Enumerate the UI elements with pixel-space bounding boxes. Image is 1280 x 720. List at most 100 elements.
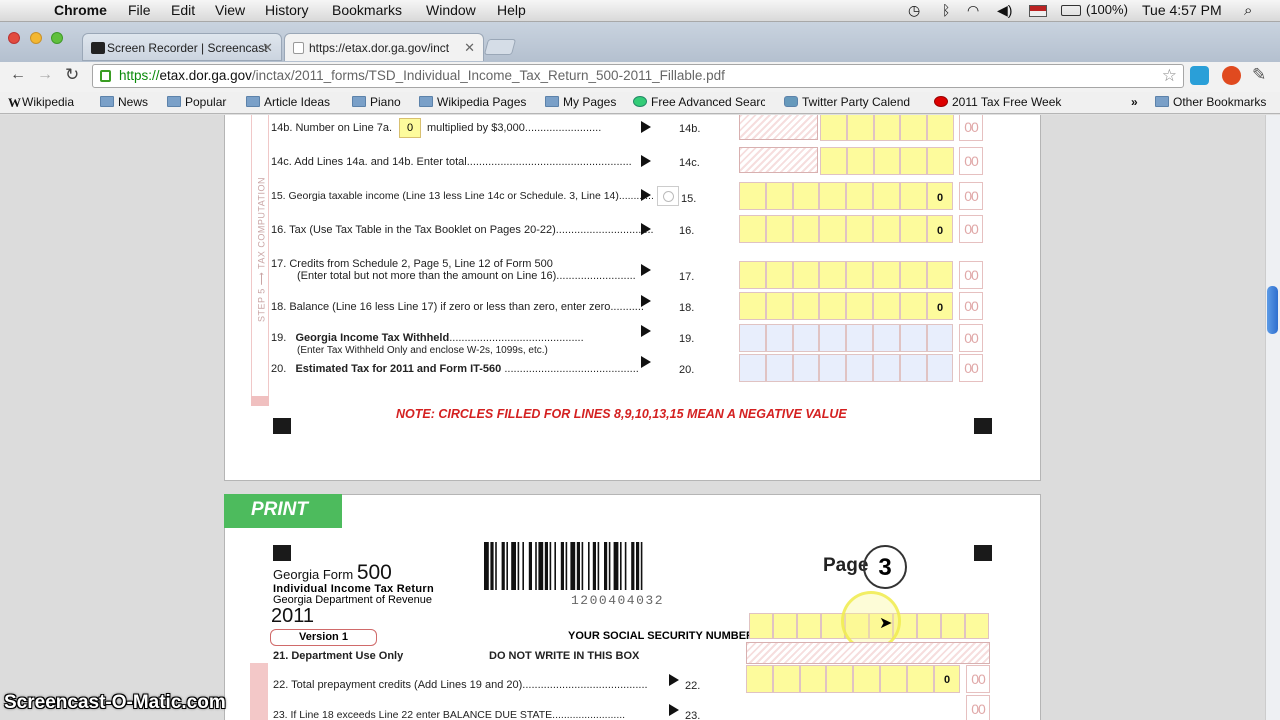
folder-icon	[167, 96, 181, 107]
line-7a-number-input[interactable]: 0	[399, 118, 421, 138]
line-20-input[interactable]	[739, 354, 954, 382]
back-icon[interactable]: ←	[10, 66, 26, 84]
wrench-icon[interactable]: ✎	[1252, 65, 1266, 85]
menu-file[interactable]: File	[128, 2, 151, 18]
line-18-cents[interactable]: 00	[959, 292, 983, 320]
line-arrow-icon	[641, 356, 651, 368]
line-22-cents[interactable]: 00	[966, 665, 990, 693]
forward-icon[interactable]: →	[37, 66, 53, 84]
bookmark-folder-news[interactable]: News	[100, 95, 148, 109]
pdf-viewport[interactable]: STEP 5 ⟶ TAX COMPUTATION 14b. Number on …	[0, 115, 1265, 720]
line-20-cents[interactable]: 00	[959, 354, 983, 382]
bookmark-folder-article-ideas[interactable]: Article Ideas	[246, 95, 330, 109]
line-23-cents[interactable]: 00	[966, 695, 990, 720]
negative-circle-checkbox[interactable]	[657, 186, 679, 206]
other-bookmarks[interactable]: Other Bookmarks	[1155, 95, 1266, 109]
menu-app-chrome[interactable]: Chrome	[54, 2, 107, 18]
line-14c-input[interactable]	[820, 147, 954, 175]
tab-title: https://etax.dor.ga.gov/inct	[309, 41, 450, 55]
menu-help[interactable]: Help	[497, 2, 526, 18]
volume-icon[interactable]: ◀)	[997, 2, 1012, 19]
menu-edit[interactable]: Edit	[171, 2, 195, 18]
line-14c-cents[interactable]: 00	[959, 147, 983, 175]
tab-screen-recorder[interactable]: Screen Recorder | Screencast ✕	[82, 33, 282, 61]
menu-view[interactable]: View	[215, 2, 245, 18]
bookmark-twitter-party[interactable]: Twitter Party Calend	[784, 95, 916, 109]
new-tab-button[interactable]	[483, 39, 517, 55]
us-flag-icon[interactable]	[1029, 5, 1047, 17]
page-label: Page	[823, 555, 869, 576]
folder-icon	[352, 96, 366, 107]
line-16-label: 16. Tax (Use Tax Table in the Tax Bookle…	[271, 224, 654, 236]
address-bar[interactable]: https://etax.dor.ga.gov/inctax/2011_form…	[92, 64, 1184, 88]
line-23-label: 23. If Line 18 exceeds Line 22 enter BAL…	[273, 709, 626, 720]
clock[interactable]: Tue 4:57 PM	[1142, 2, 1222, 18]
bluetooth-icon[interactable]: ᛒ	[942, 2, 950, 18]
form-title: Georgia Form 500	[273, 561, 392, 584]
line-arrow-icon	[669, 674, 679, 686]
line-17-cents[interactable]: 00	[959, 261, 983, 289]
zoom-window-button[interactable]	[51, 32, 63, 44]
pdf-page-3: PRINT Georgia Form 500 Individual Income…	[224, 494, 1041, 720]
bookmark-tax-free-week[interactable]: 2011 Tax Free Week	[934, 95, 1068, 109]
line-arrow-icon	[641, 189, 651, 201]
line-18-input[interactable]	[739, 292, 954, 320]
bookmark-folder-my-pages[interactable]: My Pages	[545, 95, 616, 109]
bookmark-folder-piano[interactable]: Piano	[352, 95, 401, 109]
reload-icon[interactable]: ↻	[65, 65, 79, 85]
menu-window[interactable]: Window	[426, 2, 476, 18]
close-tab-icon[interactable]: ✕	[464, 40, 475, 56]
bookmark-wikipedia[interactable]: W Wikipedia	[8, 95, 74, 110]
line-arrow-icon	[641, 155, 651, 167]
line-15-label: 15. Georgia taxable income (Line 13 less…	[271, 190, 654, 202]
registration-mark	[974, 418, 992, 434]
time-machine-icon[interactable]: ◷	[908, 2, 920, 19]
bookmark-label: Article Ideas	[264, 95, 331, 109]
stumbleupon-icon[interactable]	[1222, 66, 1241, 85]
battery-percent: (100%)	[1086, 2, 1128, 17]
bookmark-folder-wikipedia-pages[interactable]: Wikipedia Pages	[419, 95, 526, 109]
ssn-label: YOUR SOCIAL SECURITY NUMBER	[568, 630, 755, 642]
menu-bookmarks[interactable]: Bookmarks	[332, 2, 402, 18]
line-14b-input[interactable]	[820, 115, 954, 141]
menu-history[interactable]: History	[265, 2, 309, 18]
line-arrow-icon	[641, 325, 651, 337]
line-16-value: 0	[937, 225, 944, 237]
line-16-number: 16.	[679, 225, 695, 237]
line-19-input[interactable]	[739, 324, 954, 352]
spotlight-icon[interactable]: ⌕	[1244, 2, 1252, 19]
line-22-input[interactable]	[746, 665, 961, 693]
bookmark-label: Twitter Party Calend	[802, 95, 911, 109]
page-favicon	[293, 42, 304, 54]
url-host: etax.dor.ga.gov	[159, 68, 252, 83]
folder-icon	[419, 96, 433, 107]
more-bookmarks-chevron-icon[interactable]: »	[1131, 95, 1138, 109]
bookmark-label: Popular	[185, 95, 227, 109]
bookmark-folder-popular[interactable]: Popular	[167, 95, 226, 109]
line-19-sublabel: (Enter Tax Withheld Only and enclose W-2…	[297, 345, 548, 356]
do-not-write-label: DO NOT WRITE IN THIS BOX	[489, 650, 640, 662]
line-19-cents[interactable]: 00	[959, 324, 983, 352]
star-bookmark-icon[interactable]: ☆	[1162, 66, 1177, 86]
bookmark-free-advanced-search[interactable]: Free Advanced Searc	[633, 95, 765, 109]
tab-etax[interactable]: https://etax.dor.ga.gov/inct ✕	[284, 33, 484, 61]
line-15-input[interactable]	[739, 182, 954, 210]
line-15-cents[interactable]: 00	[959, 182, 983, 210]
print-button[interactable]: PRINT	[224, 494, 342, 528]
close-window-button[interactable]	[8, 32, 20, 44]
bookmark-label: Free Advanced Searc	[651, 95, 765, 109]
battery-icon[interactable]	[1061, 5, 1081, 16]
line-17-number: 17.	[679, 271, 695, 283]
close-tab-icon[interactable]: ✕	[262, 40, 273, 56]
line-17-input[interactable]	[739, 261, 954, 289]
extension-icon[interactable]	[1190, 66, 1209, 85]
line-16-input[interactable]	[739, 215, 954, 243]
line-16-cents[interactable]: 00	[959, 215, 983, 243]
scrollbar-thumb[interactable]	[1267, 286, 1278, 334]
line-14b-cents[interactable]: 00	[959, 115, 983, 141]
line-14b-number: 14b.	[679, 123, 701, 135]
wifi-icon[interactable]: ◠	[967, 2, 979, 19]
mac-menubar: Chrome File Edit View History Bookmarks …	[0, 0, 1280, 22]
vertical-scrollbar[interactable]	[1265, 115, 1280, 720]
minimize-window-button[interactable]	[30, 32, 42, 44]
